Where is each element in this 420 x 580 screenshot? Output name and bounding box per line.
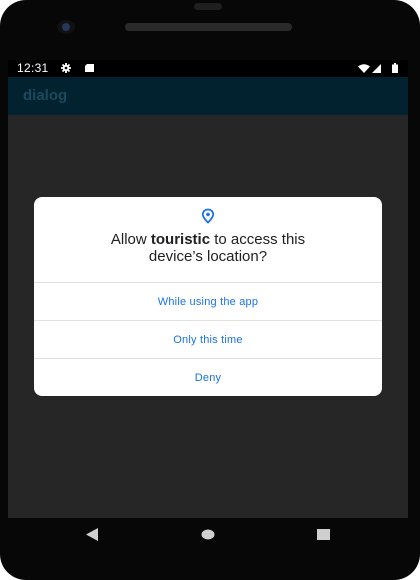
signal-icon (372, 64, 381, 73)
gear-icon (61, 63, 71, 73)
front-camera-icon (57, 20, 75, 34)
app-title: dialog (23, 87, 68, 104)
top-earpiece (194, 3, 222, 10)
while-using-app-button[interactable]: While using the app (34, 283, 382, 321)
app-bar: dialog (8, 77, 408, 115)
location-permission-dialog: Allow touristic to access this device’s … (34, 197, 382, 396)
sd-card-icon (85, 64, 94, 72)
wifi-icon (358, 64, 370, 73)
status-time: 12:31 (17, 61, 49, 75)
home-icon[interactable] (201, 529, 215, 540)
location-pin-icon (201, 208, 215, 224)
recents-icon[interactable] (317, 529, 330, 540)
back-icon[interactable] (86, 528, 98, 541)
status-bar: 12:31 (8, 60, 408, 77)
navigation-bar (8, 518, 408, 558)
dialog-app-name: touristic (150, 231, 211, 248)
dialog-title-line2: device’s location? (148, 248, 268, 265)
device-screen: 12:31 dialog Allow touristic to access t… (8, 60, 408, 518)
dialog-title-prefix: Allow (110, 231, 151, 248)
dialog-title: Allow touristic to access this device’s … (34, 231, 382, 265)
speaker-grille (125, 23, 292, 31)
phone-frame: 12:31 dialog Allow touristic to access t… (0, 0, 420, 580)
only-this-time-button[interactable]: Only this time (34, 321, 382, 359)
dialog-title-suffix: to access this (210, 231, 306, 248)
deny-button[interactable]: Deny (34, 359, 382, 396)
battery-icon (392, 63, 398, 73)
